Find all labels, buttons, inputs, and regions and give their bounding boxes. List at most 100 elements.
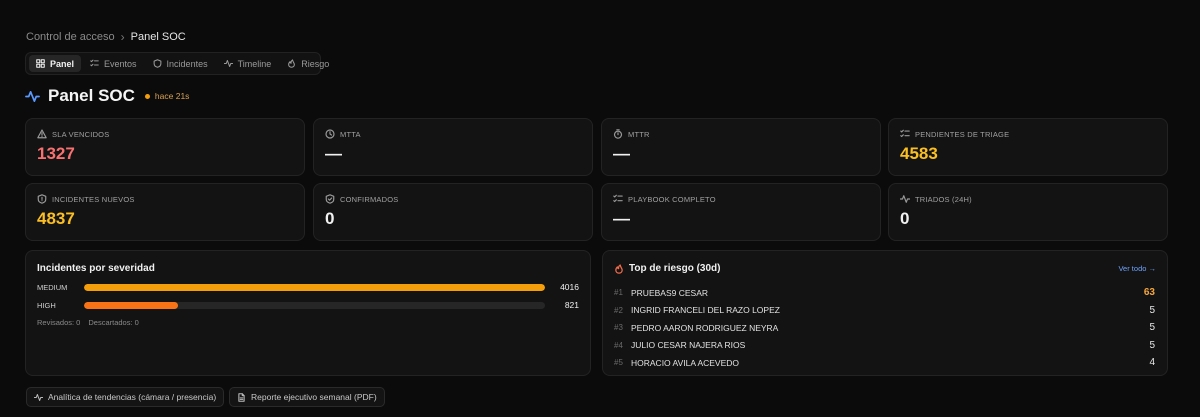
activity-icon	[25, 89, 40, 104]
see-all-link[interactable]: Ver todo →	[1118, 264, 1156, 273]
kpi-label: CONFIRMADOS	[340, 194, 399, 204]
tab-riesgo[interactable]: Riesgo	[280, 55, 336, 72]
activity-icon	[223, 59, 233, 68]
severity-count: 4016	[560, 282, 579, 292]
weekly-report-button[interactable]: Reporte ejecutivo semanal (PDF)	[229, 387, 385, 407]
reviewed-count: Revisados: 0	[37, 318, 81, 327]
kpi-card-pendientes-triage: PENDIENTES DE TRIAGE 4583	[888, 118, 1168, 176]
risk-score: 63	[1143, 287, 1155, 299]
top-risk-panel: Top de riesgo (30d) Ver todo → #1 PRUEBA…	[602, 250, 1168, 376]
file-icon	[238, 392, 245, 402]
risk-list: #1 PRUEBAS9 CESAR 63 #2 INGRID FRANCELI …	[614, 284, 1156, 372]
kpi-value: 4837	[37, 209, 75, 228]
severity-name: HIGH	[37, 300, 56, 310]
trends-analytics-label: Analítica de tendencias (cámara / presen…	[48, 392, 217, 402]
kpi-value: —	[325, 144, 342, 163]
severity-row-high: HIGH 821	[37, 300, 579, 310]
risk-rank: #2	[614, 305, 623, 315]
breadcrumb-separator: ›	[120, 30, 125, 44]
risk-rank: #1	[614, 288, 623, 298]
list-check-icon	[900, 129, 910, 138]
kpi-label: PENDIENTES DE TRIAGE	[915, 129, 1010, 139]
kpi-label: MTTR	[628, 129, 650, 139]
flame-icon	[288, 59, 296, 68]
shield-icon	[153, 59, 161, 68]
kpi-label: INCIDENTES NUEVOS	[52, 194, 135, 204]
risk-rank: #3	[614, 323, 623, 333]
tab-timeline[interactable]: Timeline	[217, 55, 279, 72]
kpi-card-triados-24h: TRIADOS (24H) 0	[888, 183, 1168, 241]
risk-score: 5	[1149, 322, 1155, 334]
shield-check-icon	[325, 194, 335, 204]
breadcrumb-current: Panel SOC	[130, 31, 186, 43]
risk-score: 5	[1149, 339, 1155, 351]
weekly-report-label: Reporte ejecutivo semanal (PDF)	[251, 392, 377, 402]
activity-icon	[900, 195, 910, 203]
top-risk-title: Top de riesgo (30d)	[629, 263, 721, 274]
severity-panel: Incidentes por severidad MEDIUM 4016 HIG…	[25, 250, 591, 376]
severity-bar-track	[84, 301, 545, 309]
risk-score: 5	[1149, 304, 1155, 316]
kpi-label: TRIADOS (24H)	[915, 194, 972, 204]
status-dot-icon	[144, 93, 150, 99]
breadcrumb-parent[interactable]: Control de acceso	[26, 31, 115, 43]
kpi-value: 0	[900, 209, 910, 228]
list-item[interactable]: #2 INGRID FRANCELI DEL RAZO LOPEZ 5	[614, 302, 1156, 320]
kpi-value: —	[613, 209, 630, 228]
kpi-label: MTTA	[340, 129, 361, 139]
kpi-card-mtta: MTTA —	[313, 118, 593, 176]
warning-icon	[37, 129, 47, 139]
kpi-card-incidentes-nuevos: INCIDENTES NUEVOS 4837	[25, 183, 305, 241]
tab-panel[interactable]: Panel	[29, 55, 82, 72]
page-header: Panel SOC hace 21s	[25, 86, 189, 106]
list-item[interactable]: #5 HORACIO AVILA ACEVEDO 4	[614, 354, 1156, 372]
shield-icon	[37, 194, 47, 204]
list-item[interactable]: #1 PRUEBAS9 CESAR 63	[614, 284, 1156, 302]
risk-person-name: JULIO CESAR NAJERA RIOS	[631, 340, 746, 351]
activity-icon	[34, 393, 43, 401]
risk-person-name: HORACIO AVILA ACEVEDO	[631, 357, 740, 368]
breadcrumb: Control de acceso › Panel SOC	[26, 30, 186, 44]
trends-analytics-button[interactable]: Analítica de tendencias (cámara / presen…	[26, 387, 225, 407]
list-item[interactable]: #3 PEDRO AARON RODRIGUEZ NEYRA 5	[614, 319, 1156, 337]
page-title: Panel SOC	[48, 86, 135, 105]
kpi-card-confirmados: CONFIRMADOS 0	[313, 183, 593, 241]
severity-title: Incidentes por severidad	[37, 263, 155, 274]
severity-bar-track	[84, 283, 545, 291]
severity-footer: Revisados: 0 Descartados: 0	[37, 318, 579, 327]
tab-label: Eventos	[104, 58, 137, 69]
kpi-label: SLA VENCIDOS	[52, 129, 110, 139]
severity-bar-fill	[84, 283, 545, 291]
discarded-count: Descartados: 0	[88, 318, 139, 327]
severity-count: 821	[564, 300, 579, 310]
risk-rank: #5	[614, 358, 623, 368]
clock-icon	[325, 129, 335, 139]
list-check-icon	[613, 194, 623, 203]
risk-person-name: PEDRO AARON RODRIGUEZ NEYRA	[631, 322, 779, 333]
tab-eventos[interactable]: Eventos	[83, 55, 144, 72]
last-updated-text: hace 21s	[154, 91, 190, 101]
risk-rank: #4	[614, 340, 623, 350]
last-updated-badge: hace 21s	[144, 91, 190, 101]
grid-icon	[36, 59, 45, 68]
timer-icon	[613, 129, 623, 139]
kpi-value: —	[613, 144, 630, 163]
tab-label: Timeline	[237, 58, 272, 69]
risk-person-name: PRUEBAS9 CESAR	[631, 287, 708, 298]
tab-label: Incidentes	[166, 58, 208, 69]
kpi-value: 0	[325, 209, 335, 228]
risk-score: 4	[1149, 357, 1155, 369]
tab-label: Panel	[50, 58, 75, 69]
tab-label: Riesgo	[301, 58, 330, 69]
kpi-card-mttr: MTTR —	[601, 118, 881, 176]
risk-person-name: INGRID FRANCELI DEL RAZO LOPEZ	[631, 305, 780, 316]
tab-incidentes[interactable]: Incidentes	[146, 55, 215, 72]
list-item[interactable]: #4 JULIO CESAR NAJERA RIOS 5	[614, 337, 1156, 355]
tab-bar: Panel Eventos Incidentes Timeline Riesgo	[25, 52, 329, 75]
severity-name: MEDIUM	[37, 282, 68, 292]
list-check-icon	[90, 59, 99, 67]
flame-icon	[615, 263, 623, 274]
kpi-value: 1327	[37, 144, 75, 163]
severity-row-medium: MEDIUM 4016	[37, 282, 579, 292]
kpi-card-playbook-completo: PLAYBOOK COMPLETO —	[601, 183, 881, 241]
